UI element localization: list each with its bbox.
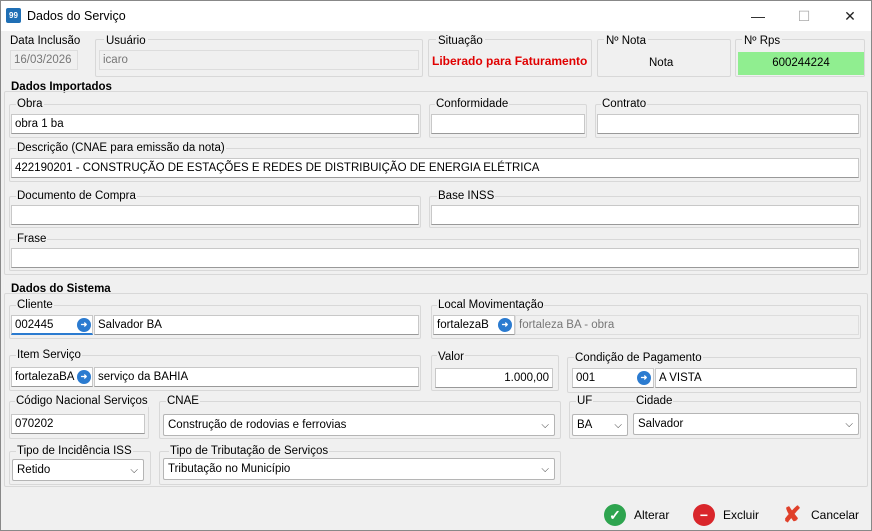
app-icon: 99 — [6, 8, 21, 23]
contrato-field[interactable] — [597, 114, 859, 134]
rps-label: Nº Rps — [742, 35, 783, 47]
tributacao-value: Tributação no Município — [168, 463, 291, 475]
frase-field[interactable] — [11, 248, 859, 268]
cliente-lookup-icon[interactable]: ➜ — [77, 318, 91, 332]
usuario-field: icaro — [99, 50, 419, 70]
window-title: Dados do Serviço — [27, 9, 126, 23]
nota-value: Nota — [649, 57, 674, 69]
documento-compra-label: Documento de Compra — [16, 190, 137, 202]
excluir-button[interactable]: − Excluir — [693, 502, 763, 528]
valor-label: Valor — [437, 351, 465, 363]
documento-compra-field[interactable] — [11, 205, 419, 225]
excluir-label: Excluir — [723, 508, 760, 522]
uf-value: BA — [577, 419, 593, 431]
obra-field[interactable]: obra 1 ba — [11, 114, 419, 134]
cliente-label: Cliente — [16, 299, 54, 311]
cidade-label: Cidade — [635, 395, 674, 407]
conformidade-label: Conformidade — [435, 98, 510, 110]
item-servico-label: Item Serviço — [16, 349, 82, 361]
cancelar-label: Cancelar — [811, 508, 860, 522]
alterar-button[interactable]: ✓ Alterar — [604, 502, 674, 528]
uf-select[interactable]: BA ⌵ — [572, 414, 628, 436]
dados-servico-window: 99 Dados do Serviço — ☐ ✕ Data Inclusão … — [0, 0, 872, 531]
chevron-down-icon: ⌵ — [614, 420, 622, 431]
item-lookup-icon[interactable]: ➜ — [77, 370, 91, 384]
incidencia-iss-value: Retido — [17, 464, 51, 476]
cidade-select[interactable]: Salvador ⌵ — [633, 413, 859, 435]
uf-label: UF — [576, 395, 594, 407]
minus-circle-icon: − — [693, 504, 715, 526]
data-inclusao-label: Data Inclusão — [10, 35, 81, 47]
maximize-icon[interactable]: ☐ — [781, 1, 827, 31]
cancelar-button[interactable]: ✘ Cancelar — [781, 502, 863, 528]
cnae-label: CNAE — [166, 395, 200, 407]
nota-label: Nº Nota — [604, 35, 648, 47]
frase-label: Frase — [16, 233, 48, 245]
conformidade-field[interactable] — [431, 114, 585, 134]
cnae-value: Construção de rodovias e ferrovias — [168, 419, 347, 431]
rps-value: 600244224 — [738, 52, 864, 75]
chevron-down-icon: ⌵ — [541, 464, 549, 475]
obra-label: Obra — [16, 98, 44, 110]
base-inss-label: Base INSS — [437, 190, 496, 202]
local-name-field: fortaleza BA - obra — [515, 315, 859, 335]
usuario-label: Usuário — [104, 35, 148, 47]
condicao-lookup-icon[interactable]: ➜ — [637, 371, 651, 385]
chevron-down-icon: ⌵ — [130, 465, 138, 476]
incidencia-iss-label: Tipo de Incidência ISS — [16, 445, 133, 457]
item-name-field: serviço da BAHIA — [94, 367, 419, 387]
local-lookup-icon[interactable]: ➜ — [498, 318, 512, 332]
codigo-nacional-label: Código Nacional Serviços — [15, 395, 149, 407]
data-inclusao-field: 16/03/2026 — [10, 50, 78, 70]
cidade-value: Salvador — [638, 418, 684, 430]
alterar-label: Alterar — [634, 508, 670, 522]
codigo-nacional-field[interactable]: 070202 — [11, 414, 145, 434]
close-icon[interactable]: ✕ — [827, 1, 872, 31]
base-inss-field[interactable] — [431, 205, 859, 225]
situacao-value: Liberado para Faturamento — [432, 54, 588, 68]
x-icon: ✘ — [782, 502, 802, 527]
check-icon: ✓ — [604, 504, 626, 526]
contrato-label: Contrato — [601, 98, 648, 110]
valor-field[interactable]: 1.000,00 — [435, 368, 553, 388]
cliente-name-field: Salvador BA — [94, 315, 419, 335]
incidencia-iss-select[interactable]: Retido ⌵ — [12, 459, 144, 481]
condicao-name-field: A VISTA — [655, 368, 857, 388]
chevron-down-icon: ⌵ — [541, 420, 549, 431]
tributacao-label: Tipo de Tributação de Serviços — [169, 445, 330, 457]
tributacao-select[interactable]: Tributação no Município ⌵ — [163, 458, 555, 480]
descricao-label: Descrição (CNAE para emissão da nota) — [16, 142, 226, 154]
descricao-field[interactable]: 422190201 - CONSTRUÇÃO DE ESTAÇÕES E RED… — [11, 158, 859, 178]
cnae-select[interactable]: Construção de rodovias e ferrovias ⌵ — [163, 414, 555, 436]
minimize-icon[interactable]: — — [735, 1, 781, 31]
local-movimentacao-label: Local Movimentação — [437, 299, 545, 311]
situacao-label: Situação — [436, 35, 485, 47]
title-bar: 99 Dados do Serviço — ☐ ✕ — [1, 1, 871, 31]
condicao-pagamento-label: Condição de Pagamento — [574, 352, 703, 364]
chevron-down-icon: ⌵ — [845, 419, 853, 430]
